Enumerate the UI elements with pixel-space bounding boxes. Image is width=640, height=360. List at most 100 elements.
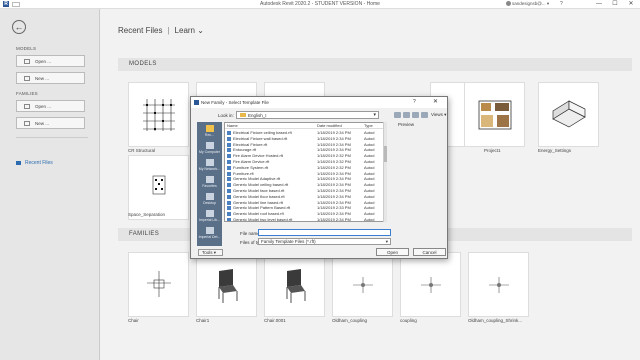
family-tile-chair1[interactable] — [196, 252, 257, 317]
column-header-type[interactable]: Type — [364, 123, 373, 129]
families-open-button[interactable]: Open ... — [16, 100, 85, 112]
user-icon[interactable] — [506, 1, 511, 6]
template-file-icon — [227, 148, 231, 153]
dialog-help-icon[interactable]: ? — [413, 97, 416, 108]
tools-dropdown[interactable]: Tools ▾ — [198, 249, 223, 256]
preview-pane — [396, 128, 444, 176]
recent-icon — [205, 125, 214, 132]
help-icon[interactable]: ? — [560, 1, 563, 7]
file-list-scrollbar[interactable] — [383, 122, 387, 222]
new-file-icon — [24, 76, 30, 81]
scrollbar-thumb[interactable] — [384, 146, 387, 162]
folder-icon — [205, 210, 214, 217]
desktop-icon — [205, 193, 214, 200]
template-file-icon — [227, 142, 231, 147]
chevron-down-icon[interactable]: ⌄ — [197, 26, 204, 35]
delete-icon[interactable] — [412, 112, 419, 118]
folder-open-icon — [24, 104, 30, 109]
models-open-button[interactable]: Open ... — [16, 55, 85, 67]
file-type-select[interactable]: Family Template Files (*.rft) ▾ — [258, 238, 391, 245]
families-new-button[interactable]: New ... — [16, 117, 85, 129]
file-row[interactable]: Generic Model two level based.rft 1/18/20… — [225, 217, 384, 222]
views-dropdown[interactable]: Views ▾ — [431, 112, 446, 118]
model-tile-energy-settings[interactable] — [538, 82, 599, 147]
up-folder-icon[interactable] — [403, 112, 410, 118]
chevron-down-icon: ▾ — [373, 112, 376, 118]
family-tile-coupling[interactable] — [400, 252, 461, 317]
close-button[interactable]: ✕ — [623, 0, 639, 8]
place-desktop[interactable]: Desktop — [198, 193, 221, 205]
template-file-icon — [227, 171, 231, 176]
dialog-toolbar — [394, 112, 430, 120]
template-file-icon — [227, 189, 231, 193]
user-account[interactable]: sandesignsb@... ▾ — [512, 1, 549, 7]
models-new-button[interactable]: New ... — [16, 72, 85, 84]
dialog-close-icon[interactable]: ✕ — [433, 97, 438, 108]
back-arrow-icon[interactable]: ← — [12, 20, 26, 34]
model-tile-space-separation[interactable] — [128, 155, 189, 220]
breadcrumb-separator: | — [167, 26, 170, 35]
family-tile-chair[interactable] — [128, 252, 189, 317]
family-tile-oldham-coupling[interactable] — [332, 252, 393, 317]
chair-3d-thumbnail — [286, 269, 306, 303]
building-3d-thumbnail — [552, 100, 586, 128]
cancel-button[interactable]: Cancel — [413, 248, 446, 256]
model-tile-label: Energy_Settings — [538, 148, 572, 153]
minimize-button[interactable]: — — [591, 0, 607, 8]
file-name-input[interactable] — [258, 229, 391, 236]
revit-icon — [194, 100, 199, 105]
column-header-name[interactable]: Name — [227, 123, 238, 129]
place-label: Favorites — [202, 184, 217, 188]
family-tile-label: Oldham_coupling_Shrink... — [468, 318, 523, 323]
breadcrumb-recent-files[interactable]: Recent Files — [118, 26, 162, 35]
floor-plan-thumbnail — [478, 100, 512, 130]
new-family-dialog: New Family - Select Template File ? ✕ Lo… — [190, 96, 448, 259]
space-plan-thumbnail — [152, 175, 166, 195]
file-date-cell: 1/18/2019 2:34 PM — [317, 217, 351, 222]
maximize-button[interactable]: ☐ — [607, 0, 623, 8]
column-header-date[interactable]: Date modified — [317, 123, 342, 129]
breadcrumb-learn[interactable]: Learn — [175, 26, 195, 35]
place-imperial-detail[interactable]: Imperial Det... — [198, 227, 221, 239]
template-file-icon — [227, 154, 231, 159]
places-bar: Rec... My Computer My Network... Favorit… — [197, 122, 222, 246]
file-type-value: Family Template Files (*.rft) — [261, 239, 316, 244]
place-recent[interactable]: Rec... — [198, 125, 221, 137]
place-label: Desktop — [203, 201, 216, 205]
family-tile-label: Chair — [128, 318, 139, 323]
dialog-title: New Family - Select Template File — [201, 100, 269, 105]
template-file-icon — [227, 160, 231, 164]
family-tile-label: Chair1 — [196, 318, 210, 323]
coupling-thumbnail — [353, 277, 373, 293]
file-list-header: Name Date modified Type — [225, 123, 384, 129]
new-folder-icon[interactable] — [421, 112, 428, 118]
preview-label: Preview — [398, 122, 415, 127]
place-label: My Computer — [198, 150, 220, 154]
chair-3d-thumbnail — [218, 269, 238, 303]
dialog-title-bar: New Family - Select Template File ? ✕ — [191, 97, 447, 108]
chair-plan-thumbnail — [147, 271, 171, 297]
place-my-computer[interactable]: My Computer — [198, 142, 221, 154]
place-label: Rec... — [204, 133, 215, 137]
back-folder-icon[interactable] — [394, 112, 401, 118]
breadcrumb: Recent Files | Learn ⌄ — [118, 26, 204, 35]
model-tile-project1[interactable] — [464, 82, 525, 147]
sidebar-families-heading: FAMILIES — [16, 91, 38, 96]
place-favorites[interactable]: Favorites — [198, 176, 221, 188]
template-file-icon — [227, 183, 231, 188]
look-in-dropdown[interactable]: English_I ▾ — [236, 111, 379, 119]
open-button[interactable]: Open — [376, 248, 409, 256]
place-my-network[interactable]: My Network... — [198, 159, 221, 171]
model-tile-cr-structural[interactable] — [128, 82, 189, 147]
sidebar-divider — [16, 137, 88, 138]
file-type-cell: Autod — [364, 217, 375, 222]
family-tile-chair-0001[interactable] — [264, 252, 325, 317]
file-list[interactable]: Name Date modified Type Electrical Fixtu… — [224, 122, 385, 222]
network-icon — [205, 159, 214, 166]
template-file-icon — [227, 218, 231, 221]
models-open-label: Open ... — [35, 59, 52, 64]
place-imperial-library[interactable]: Imperial Lib... — [198, 210, 221, 222]
family-tile-oldham-coupling-shrink[interactable] — [468, 252, 529, 317]
sidebar-item-recent-files[interactable]: Recent Files — [16, 160, 53, 166]
sidebar-models-heading: MODELS — [16, 46, 37, 51]
